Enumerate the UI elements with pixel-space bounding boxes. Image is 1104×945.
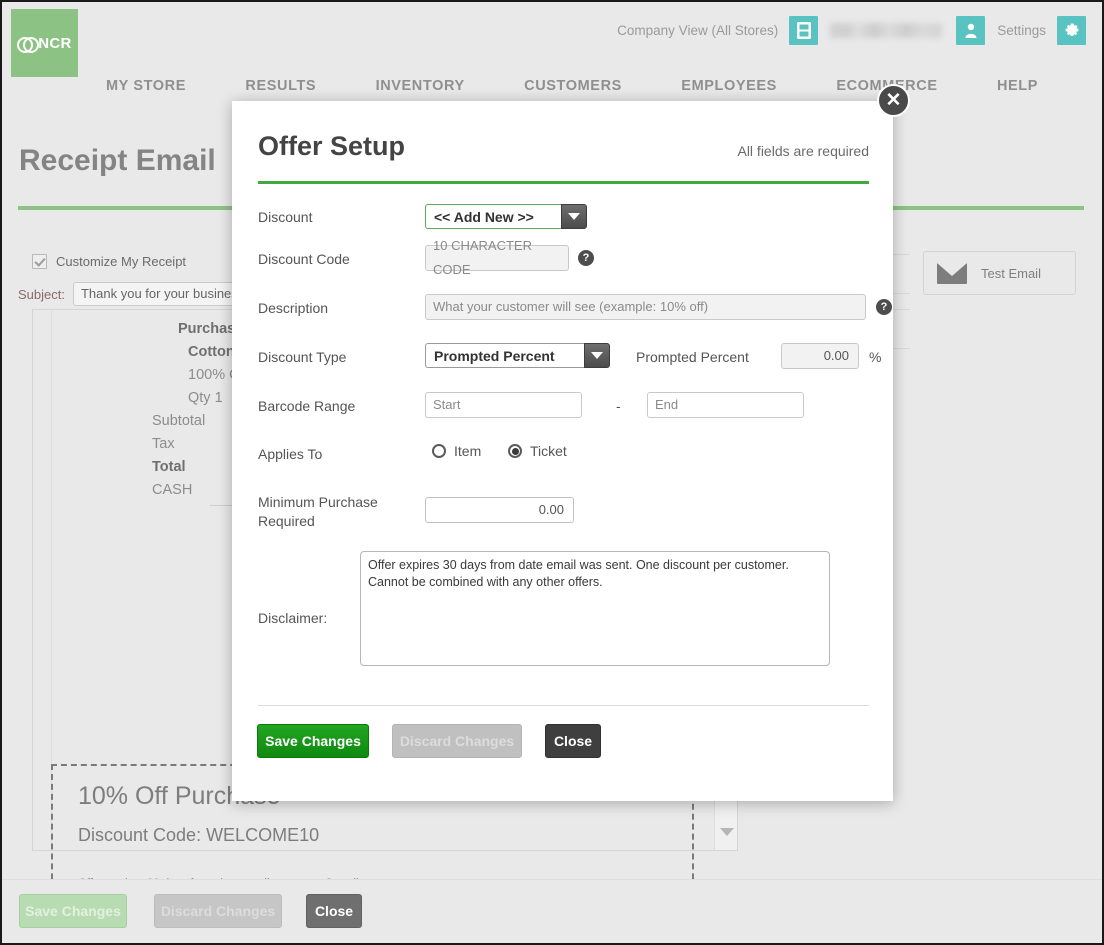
customize-receipt-label: Customize My Receipt — [56, 254, 187, 269]
nav-item-help[interactable]: HELP — [997, 78, 1038, 94]
subject-label: Subject: — [18, 286, 65, 302]
field-row-discount-type: Discount Type Prompted Percent Prompted … — [258, 343, 881, 392]
modal-close-icon[interactable]: ✕ — [877, 84, 910, 117]
description-label: Description — [258, 300, 329, 316]
ncr-rings-icon — [17, 36, 40, 53]
nav-item-inventory[interactable]: INVENTORY — [376, 78, 465, 94]
radio-ticket[interactable] — [508, 444, 522, 458]
modal-save-changes-button[interactable]: Save Changes — [257, 724, 369, 758]
applies-to-label: Applies To — [258, 446, 323, 462]
test-email-label: Test Email — [981, 265, 1041, 281]
minimum-purchase-input[interactable]: 0.00 — [425, 497, 574, 523]
discount-code-input[interactable]: 10 CHARACTER CODE — [425, 238, 569, 277]
applies-to-item-option[interactable]: Item — [432, 443, 481, 459]
barcode-start-input[interactable]: Start — [425, 392, 582, 418]
discount-type-select[interactable]: Prompted Percent — [425, 343, 610, 368]
chevron-down-icon[interactable] — [561, 204, 587, 229]
field-row-discount-code: Discount Code 10 CHARACTER CODE ? — [258, 238, 869, 294]
applies-to-ticket-option[interactable]: Ticket — [508, 443, 567, 459]
user-icon[interactable] — [956, 15, 986, 45]
field-row-discount: Discount << Add New >> — [258, 204, 869, 245]
modal-close-button[interactable]: Close — [545, 724, 601, 758]
page-title: Receipt Email — [19, 144, 216, 177]
app-header: NCR Company View (All Stores) Settings — [2, 2, 1102, 80]
offer-preview-code: Discount Code: WELCOME10 — [78, 825, 320, 845]
discount-label: Discount — [258, 209, 313, 225]
modal-footer-divider — [258, 705, 869, 706]
modal-required-note: All fields are required — [737, 143, 869, 159]
nav-item-results[interactable]: RESULTS — [245, 78, 316, 94]
nav-item-employees[interactable]: EMPLOYEES — [681, 78, 777, 94]
help-icon[interactable]: ? — [876, 299, 892, 315]
ncr-logo-text: NCR — [38, 34, 72, 52]
page-save-changes-button[interactable]: Save Changes — [19, 894, 127, 928]
disclaimer-label: Disclaimer: — [258, 610, 328, 626]
chevron-down-icon[interactable] — [720, 828, 734, 836]
offer-setup-form: Discount << Add New >> Discount Code 10 … — [258, 204, 892, 671]
customize-receipt-checkbox[interactable] — [32, 254, 47, 269]
settings-label[interactable]: Settings — [997, 23, 1046, 38]
page-close-button[interactable]: Close — [306, 894, 362, 928]
modal-discard-changes-button[interactable]: Discard Changes — [392, 724, 522, 758]
app-window: NCR Company View (All Stores) Settings M… — [0, 0, 1104, 945]
chevron-down-icon[interactable] — [584, 343, 610, 368]
field-row-barcode-range: Barcode Range Start - End — [258, 392, 869, 441]
page-discard-changes-button[interactable]: Discard Changes — [154, 894, 282, 928]
username-redacted — [830, 22, 943, 38]
header-actions: Company View (All Stores) Settings — [617, 13, 1086, 47]
description-input[interactable]: What your customer will see (example: 10… — [425, 294, 866, 320]
minimum-purchase-label: Minimum Purchase Required — [258, 494, 378, 529]
store-icon[interactable] — [789, 15, 819, 45]
gear-icon[interactable] — [1057, 15, 1086, 45]
help-icon[interactable]: ? — [578, 250, 594, 266]
discount-code-label: Discount Code — [258, 251, 350, 267]
envelope-icon — [937, 262, 967, 284]
offer-setup-modal: Offer Setup All fields are required Disc… — [232, 101, 893, 801]
discount-select-value: << Add New >> — [425, 204, 561, 229]
barcode-range-label: Barcode Range — [258, 398, 356, 414]
nav-item-my-store[interactable]: MY STORE — [106, 78, 186, 94]
prompted-percent-label: Prompted Percent — [636, 349, 749, 365]
prompted-percent-input[interactable]: 0.00 — [781, 343, 859, 369]
field-row-minimum-purchase: Minimum Purchase Required 0.00 — [258, 493, 869, 551]
disclaimer-textarea[interactable]: Offer expires 30 days from date email wa… — [360, 551, 830, 666]
field-row-disclaimer: Disclaimer: Offer expires 30 days from d… — [258, 551, 869, 671]
barcode-range-separator: - — [616, 398, 621, 414]
company-view-label: Company View (All Stores) — [617, 22, 779, 38]
discount-type-value: Prompted Percent — [425, 343, 584, 368]
customize-receipt-row[interactable]: Customize My Receipt — [32, 254, 186, 269]
percent-symbol: % — [869, 349, 882, 365]
discount-select[interactable]: << Add New >> — [425, 204, 587, 229]
test-email-button[interactable]: Test Email — [923, 251, 1076, 295]
radio-item-label: Item — [454, 443, 482, 459]
barcode-end-input[interactable]: End — [647, 392, 804, 418]
radio-item[interactable] — [432, 444, 446, 458]
field-row-description: Description What your customer will see … — [258, 294, 892, 343]
ncr-logo[interactable]: NCR — [11, 9, 78, 77]
discount-type-label: Discount Type — [258, 349, 347, 365]
field-row-applies-to: Applies To Item Ticket — [258, 441, 869, 493]
nav-item-customers[interactable]: CUSTOMERS — [524, 78, 622, 94]
radio-ticket-label: Ticket — [530, 443, 567, 459]
page-footer: Save Changes Discard Changes Close — [2, 879, 1102, 943]
modal-title-divider — [258, 181, 869, 184]
